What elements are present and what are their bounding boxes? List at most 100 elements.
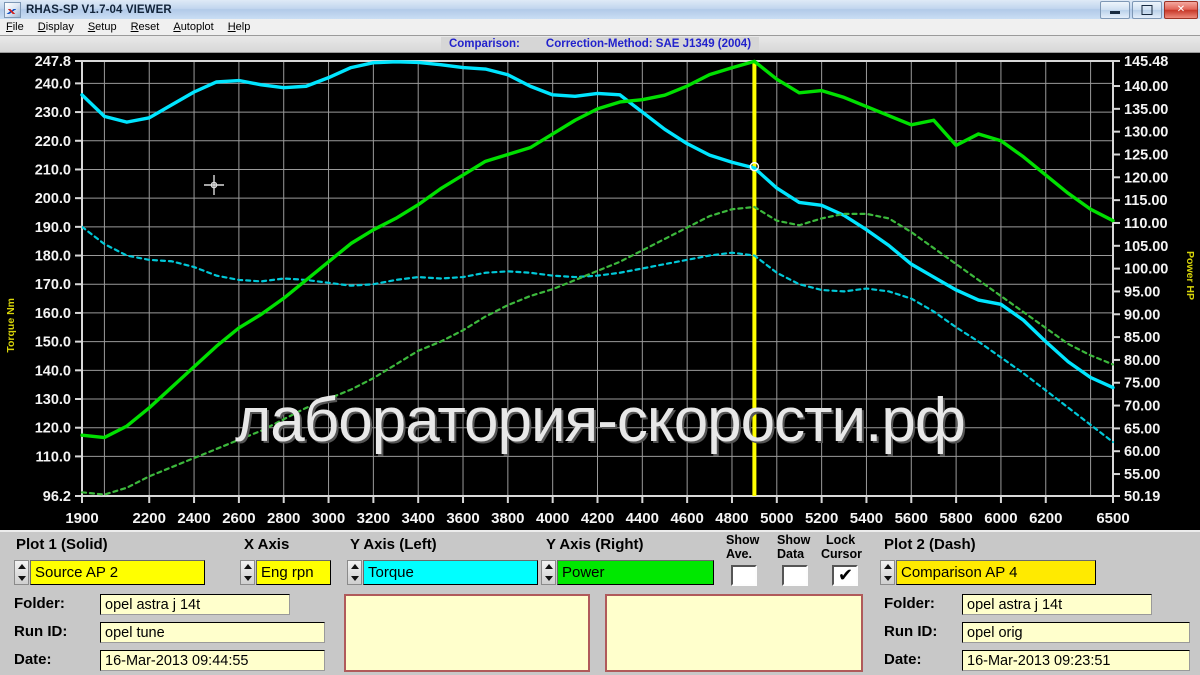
svg-text:4600: 4600 (670, 510, 703, 527)
close-icon: ✕ (1176, 4, 1186, 15)
svg-text:230.0: 230.0 (35, 105, 71, 121)
plot1-spinner[interactable] (14, 560, 29, 585)
svg-text:55.00: 55.00 (1124, 467, 1160, 483)
left-folder-field[interactable]: opel astra j 14t (100, 594, 290, 615)
svg-text:65.00: 65.00 (1124, 421, 1160, 437)
svg-text:210.0: 210.0 (35, 162, 71, 178)
right-notes-pane[interactable] (605, 594, 863, 672)
svg-text:6200: 6200 (1029, 510, 1062, 527)
menu-setup[interactable]: Setup (88, 21, 117, 33)
left-runid-field[interactable]: opel tune (100, 622, 325, 643)
header-strip: Comparison: Correction-Method: SAE J1349… (0, 36, 1200, 53)
svg-text:3000: 3000 (312, 510, 345, 527)
svg-text:135.00: 135.00 (1124, 102, 1168, 118)
menu-autoplot[interactable]: Autoplot (173, 21, 213, 33)
window-controls: ✕ (1100, 1, 1198, 19)
svg-text:105.00: 105.00 (1124, 239, 1168, 255)
left-folder-label: Folder: (14, 595, 65, 612)
left-notes-pane[interactable] (344, 594, 590, 672)
svg-text:180.0: 180.0 (35, 249, 71, 265)
show-ave-label-line2: Ave. (726, 547, 752, 561)
y-axis-right-spinner[interactable] (541, 560, 556, 585)
menu-file[interactable]: File (6, 21, 24, 33)
svg-text:6000: 6000 (984, 510, 1017, 527)
show-ave-checkbox[interactable] (731, 565, 757, 586)
svg-text:150.0: 150.0 (35, 335, 71, 351)
plot1-source-field[interactable]: Source AP 2 (30, 560, 205, 585)
svg-text:220.0: 220.0 (35, 134, 71, 150)
svg-text:4000: 4000 (536, 510, 569, 527)
y-axis-right-label: Y Axis (Right) (546, 536, 644, 553)
title-bar: RHAS-SP V1.7-04 VIEWER ✕ (0, 0, 1200, 20)
y-axis-left-title: Torque Nm (5, 298, 17, 353)
svg-text:75.00: 75.00 (1124, 376, 1160, 392)
svg-text:130.00: 130.00 (1124, 125, 1168, 141)
show-ave-label-line1: Show (726, 533, 760, 547)
svg-text:6500: 6500 (1096, 510, 1129, 527)
maximize-button[interactable] (1132, 1, 1162, 19)
svg-text:4400: 4400 (626, 510, 659, 527)
y-axis-right-field[interactable]: Power (557, 560, 714, 585)
left-runid-label: Run ID: (14, 623, 68, 640)
y-axis-left-field[interactable]: Torque (363, 560, 538, 585)
right-folder-label: Folder: (884, 595, 935, 612)
menu-reset[interactable]: Reset (131, 21, 160, 33)
svg-text:4800: 4800 (715, 510, 748, 527)
svg-text:5800: 5800 (939, 510, 972, 527)
svg-text:96.2: 96.2 (43, 489, 71, 505)
svg-text:2800: 2800 (267, 510, 300, 527)
y-axis-right-title: Power HP (1184, 251, 1196, 301)
show-data-label-line2: Data (777, 547, 805, 561)
comparison-label: Comparison: (448, 38, 520, 50)
svg-text:3800: 3800 (491, 510, 524, 527)
menu-display[interactable]: Display (38, 21, 74, 33)
show-data-label-line1: Show (777, 533, 811, 547)
svg-text:130.0: 130.0 (35, 392, 71, 408)
svg-text:5200: 5200 (805, 510, 838, 527)
control-panel: Plot 1 (Solid) Source AP 2 X Axis Eng rp… (0, 530, 1200, 675)
x-axis-label: X Axis (244, 536, 290, 553)
window-title: RHAS-SP V1.7-04 VIEWER (26, 3, 172, 16)
x-axis-spinner[interactable] (240, 560, 255, 585)
left-date-field: 16-Mar-2013 09:44:55 (100, 650, 325, 671)
minimize-button[interactable] (1100, 1, 1130, 19)
svg-text:3600: 3600 (446, 510, 479, 527)
y-axis-left-spinner[interactable] (347, 560, 362, 585)
application-window: RHAS-SP V1.7-04 VIEWER ✕ File Display Se… (0, 0, 1200, 675)
lock-cursor-label-line1: Lock (826, 533, 856, 547)
menu-help[interactable]: Help (228, 21, 251, 33)
svg-text:4200: 4200 (581, 510, 614, 527)
lock-cursor-checkbox[interactable]: ✔ (832, 565, 858, 586)
svg-text:95.00: 95.00 (1124, 284, 1160, 300)
close-button[interactable]: ✕ (1164, 1, 1198, 19)
correction-method-label: Correction-Method: SAE J1349 (2004) (545, 38, 752, 50)
right-runid-field[interactable]: opel orig (962, 622, 1190, 643)
svg-text:125.00: 125.00 (1124, 147, 1168, 163)
show-data-checkbox[interactable] (782, 565, 808, 586)
right-date-label: Date: (884, 651, 922, 668)
right-runid-label: Run ID: (884, 623, 938, 640)
svg-text:60.00: 60.00 (1124, 444, 1160, 460)
x-axis-field[interactable]: Eng rpn (256, 560, 331, 585)
svg-text:2400: 2400 (177, 510, 210, 527)
svg-text:160.0: 160.0 (35, 306, 71, 322)
dyno-chart: 247.8 240.0 230.0 220.0 210.0 200.0 190.0 180.0… (0, 53, 1200, 530)
lock-cursor-label-line2: Cursor (821, 547, 862, 561)
svg-text:50.19: 50.19 (1124, 489, 1160, 505)
svg-text:100.00: 100.00 (1124, 262, 1168, 278)
svg-text:200.0: 200.0 (35, 191, 71, 207)
menu-bar: File Display Setup Reset Autoplot Help (0, 19, 1200, 36)
svg-text:140.0: 140.0 (35, 363, 71, 379)
right-folder-field[interactable]: opel astra j 14t (962, 594, 1152, 615)
svg-text:190.0: 190.0 (35, 220, 71, 236)
svg-text:5600: 5600 (895, 510, 928, 527)
plot2-spinner[interactable] (880, 560, 895, 585)
plot-area[interactable]: 247.8 240.0 230.0 220.0 210.0 200.0 190.0 180.0… (0, 53, 1200, 530)
svg-text:110.0: 110.0 (36, 449, 72, 465)
plot1-label: Plot 1 (Solid) (16, 536, 108, 553)
plot2-label: Plot 2 (Dash) (884, 536, 976, 553)
svg-text:3400: 3400 (402, 510, 435, 527)
svg-text:85.00: 85.00 (1124, 330, 1160, 346)
plot2-source-field[interactable]: Comparison AP 4 (896, 560, 1096, 585)
svg-text:1900: 1900 (65, 510, 98, 527)
